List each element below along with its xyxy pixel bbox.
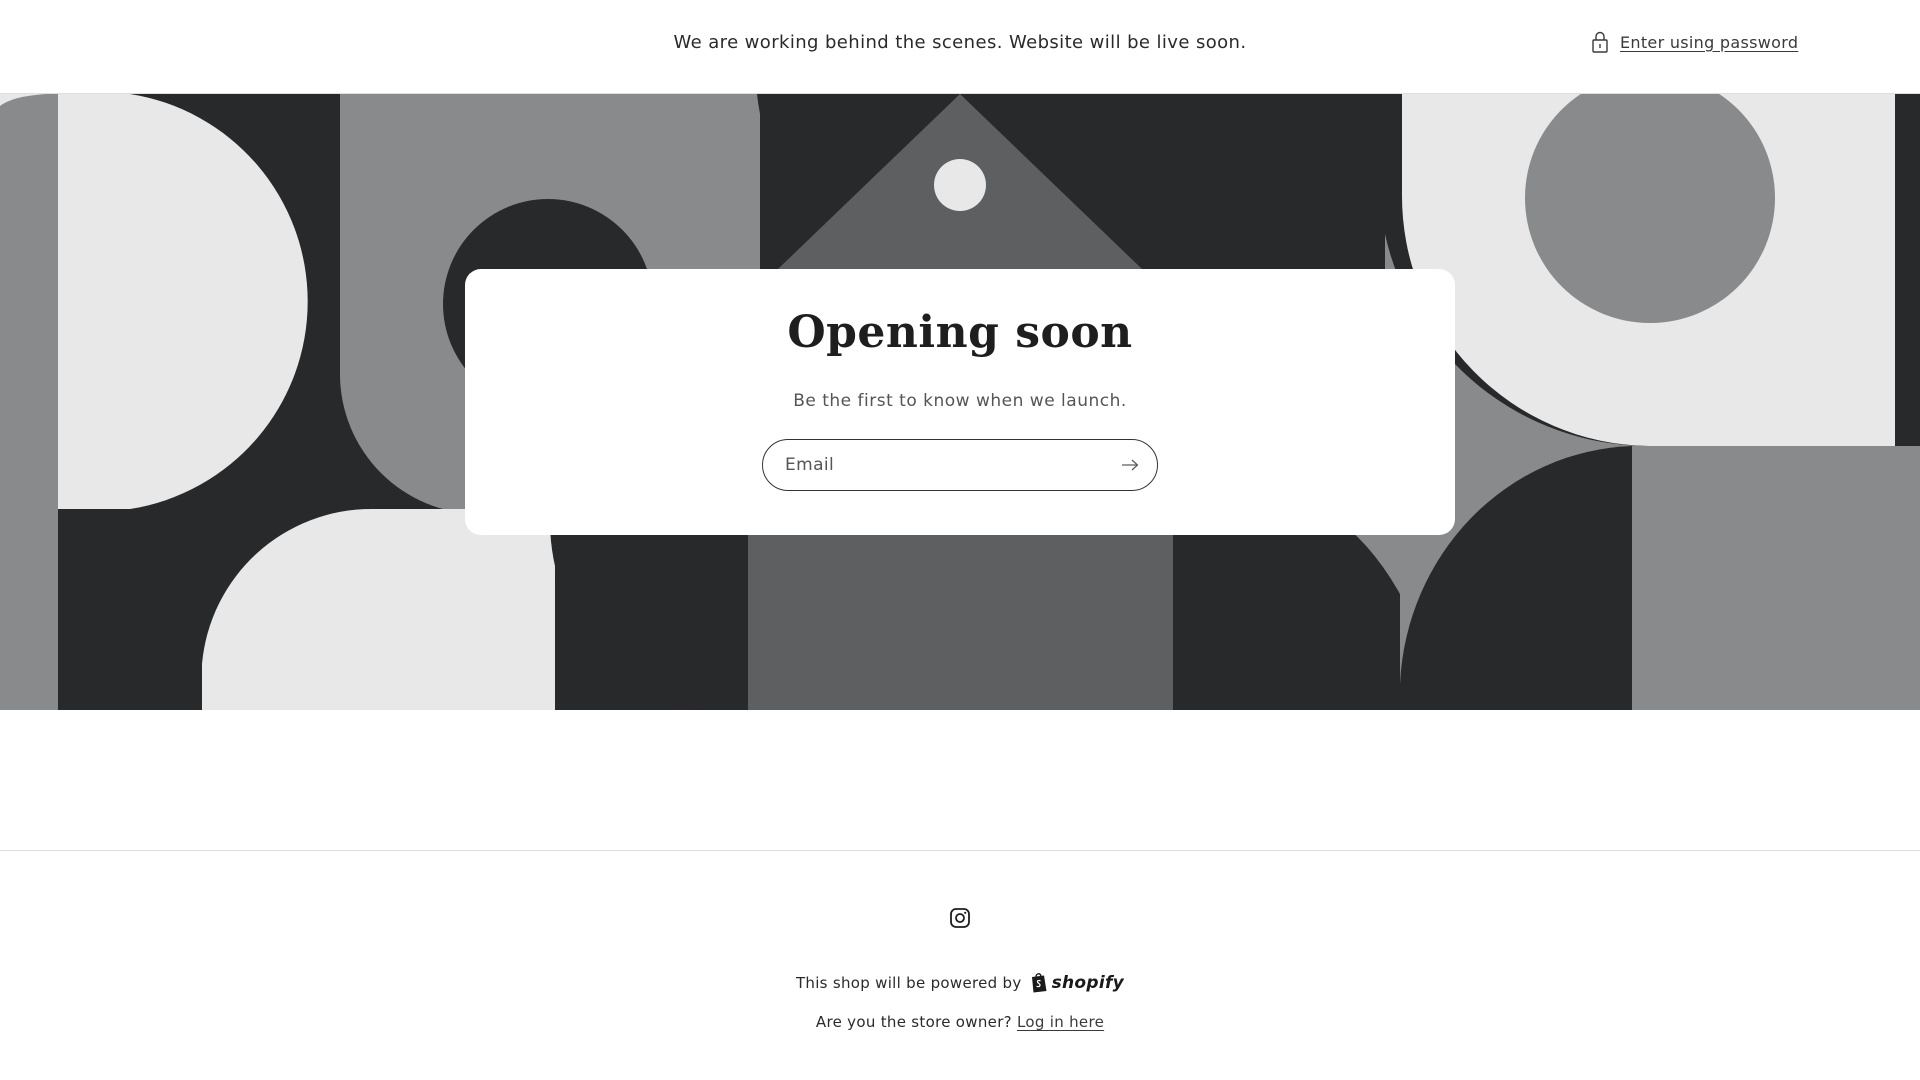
enter-password-label[interactable]: Enter using password bbox=[1620, 33, 1798, 52]
arrow-right-icon bbox=[1122, 459, 1139, 471]
enter-password-link[interactable]: Enter using password bbox=[1590, 30, 1798, 54]
shopify-bag-icon bbox=[1031, 973, 1047, 993]
signup-card: Opening soon Be the first to know when w… bbox=[465, 269, 1455, 535]
announcement-header: We are working behind the scenes. Websit… bbox=[0, 0, 1920, 94]
store-owner-text: Are you the store owner? bbox=[815, 1013, 1012, 1031]
powered-by: This shop will be powered by shopify bbox=[0, 972, 1920, 993]
lock-icon bbox=[1592, 31, 1608, 53]
page-subtitle: Be the first to know when we launch. bbox=[793, 391, 1127, 411]
login-link[interactable]: Log in here bbox=[1017, 1013, 1104, 1031]
submit-button[interactable] bbox=[1113, 448, 1147, 482]
shopify-logo[interactable]: shopify bbox=[1030, 972, 1124, 993]
footer-divider bbox=[0, 850, 1920, 851]
store-owner-line: Are you the store owner? Log in here bbox=[0, 1013, 1920, 1031]
powered-by-text: This shop will be powered by bbox=[795, 973, 1022, 992]
instagram-icon[interactable] bbox=[948, 906, 972, 930]
email-field[interactable] bbox=[762, 439, 1158, 491]
page-title: Opening soon bbox=[787, 307, 1133, 358]
shopify-wordmark: shopify bbox=[1051, 972, 1125, 993]
email-input[interactable] bbox=[785, 440, 1105, 490]
